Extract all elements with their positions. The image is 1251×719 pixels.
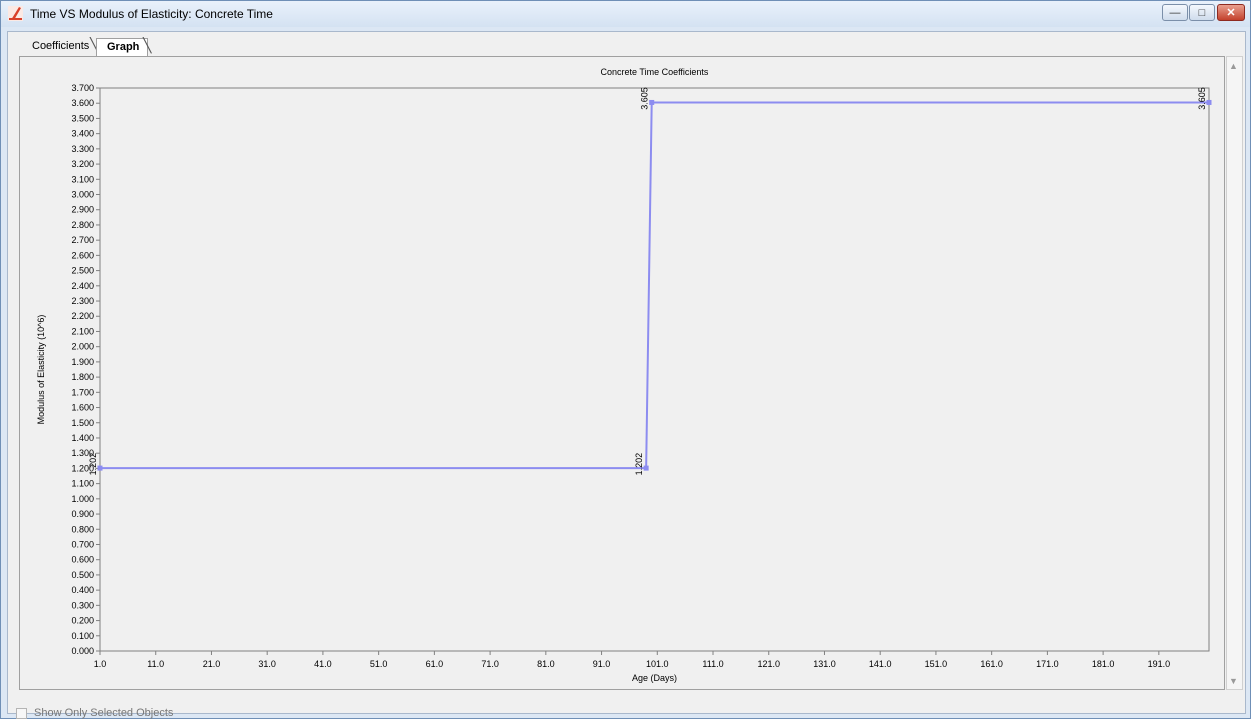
app-window: Time VS Modulus of Elasticity: Concrete … [0,0,1251,719]
scroll-down-icon[interactable]: ▼ [1229,676,1238,686]
y-tick-label: 0.800 [71,524,94,534]
x-tick-label: 101.0 [646,659,669,669]
y-tick-label: 3.500 [71,113,94,123]
x-tick-label: 161.0 [980,659,1003,669]
y-tick-label: 2.400 [71,281,94,291]
y-tick-label: 3.100 [71,174,94,184]
title-bar[interactable]: Time VS Modulus of Elasticity: Concrete … [1,1,1250,27]
x-tick-label: 1.0 [94,659,107,669]
y-tick-label: 1.700 [71,387,94,397]
y-tick-label: 1.800 [71,372,94,382]
y-tick-label: 3.200 [71,159,94,169]
app-icon [8,6,23,21]
y-tick-label: 1.900 [71,357,94,367]
x-tick-label: 151.0 [925,659,948,669]
x-tick-label: 41.0 [314,659,332,669]
y-tick-label: 1.500 [71,418,94,428]
close-icon: ✕ [1226,7,1236,19]
close-button[interactable]: ✕ [1217,4,1245,21]
y-tick-label: 2.900 [71,205,94,215]
x-tick-label: 21.0 [203,659,221,669]
minimize-button[interactable]: — [1162,4,1188,21]
tab-coefficients[interactable]: Coefficients [22,38,97,56]
y-tick-label: 2.700 [71,235,94,245]
data-point [643,465,649,471]
y-tick-label: 0.200 [71,616,94,626]
data-point [97,465,103,471]
data-label: 3.605 [1197,87,1207,110]
x-tick-label: 111.0 [702,659,723,669]
x-tick-label: 141.0 [869,659,892,669]
maximize-icon: □ [1198,6,1206,19]
y-tick-label: 0.100 [71,631,94,641]
minimize-icon: — [1169,6,1181,19]
y-tick-label: 2.000 [71,342,94,352]
y-tick-label: 3.700 [71,83,94,93]
x-tick-label: 191.0 [1148,659,1171,669]
show-selected-checkbox[interactable] [16,708,27,719]
y-tick-label: 1.400 [71,433,94,443]
x-axis-label: Age (Days) [632,673,677,683]
x-tick-label: 91.0 [593,659,611,669]
data-label: 3.605 [640,87,650,110]
x-tick-label: 71.0 [481,659,499,669]
x-tick-label: 121.0 [757,659,780,669]
data-point [1206,99,1212,105]
data-label: 1.202 [634,453,644,476]
data-point [649,99,655,105]
y-tick-label: 3.300 [71,144,94,154]
y-tick-label: 1.600 [71,403,94,413]
y-axis-label: Modulus of Elasticity (10^6) [36,315,46,425]
y-tick-label: 2.300 [71,296,94,306]
chart-title: Concrete Time Coefficients [601,67,709,77]
y-tick-label: 0.000 [71,646,94,656]
x-tick-label: 131.0 [813,659,836,669]
y-tick-label: 2.200 [71,311,94,321]
data-label: 1.202 [88,453,98,476]
y-tick-label: 2.100 [71,326,94,336]
scroll-up-icon[interactable]: ▲ [1229,61,1238,71]
show-selected-label: Show Only Selected Objects [34,707,174,719]
y-tick-label: 3.600 [71,98,94,108]
y-tick-label: 0.900 [71,509,94,519]
y-tick-label: 0.700 [71,539,94,549]
window-body: Coefficients ╲ Graph ╲ Concrete Time Coe… [7,31,1246,719]
x-tick-label: 61.0 [426,659,444,669]
graph-panel: Concrete Time Coefficients 0.000 0.100 0.20… [19,56,1225,690]
y-tick-label: 2.600 [71,250,94,260]
plot-area [99,87,1210,652]
y-tick-label: 3.000 [71,190,94,200]
y-tick-label: 0.400 [71,585,94,595]
vertical-scrollbar[interactable]: ▲ ▼ [1226,56,1243,690]
tab-graph[interactable]: Graph [96,38,149,56]
x-tick-label: 171.0 [1036,659,1059,669]
maximize-button[interactable]: □ [1189,4,1215,21]
y-tick-label: 3.400 [71,129,94,139]
tab-separator: ╲ [143,37,152,53]
x-tick-label: 11.0 [147,659,164,669]
x-tick-label: 51.0 [370,659,388,669]
y-tick-label: 1.100 [71,479,94,489]
y-tick-label: 0.600 [71,555,94,565]
y-tick-label: 0.300 [71,600,94,610]
y-tick-label: 2.500 [71,266,94,276]
x-tick-label: 31.0 [258,659,276,669]
chart: Concrete Time Coefficients 0.000 0.100 0.20… [36,67,1212,683]
x-tick-label: 81.0 [537,659,555,669]
y-tick-label: 0.500 [71,570,94,580]
x-tick-label: 181.0 [1092,659,1115,669]
window-title: Time VS Modulus of Elasticity: Concrete … [30,7,273,21]
y-tick-label: 1.000 [71,494,94,504]
y-tick-label: 2.800 [71,220,94,230]
